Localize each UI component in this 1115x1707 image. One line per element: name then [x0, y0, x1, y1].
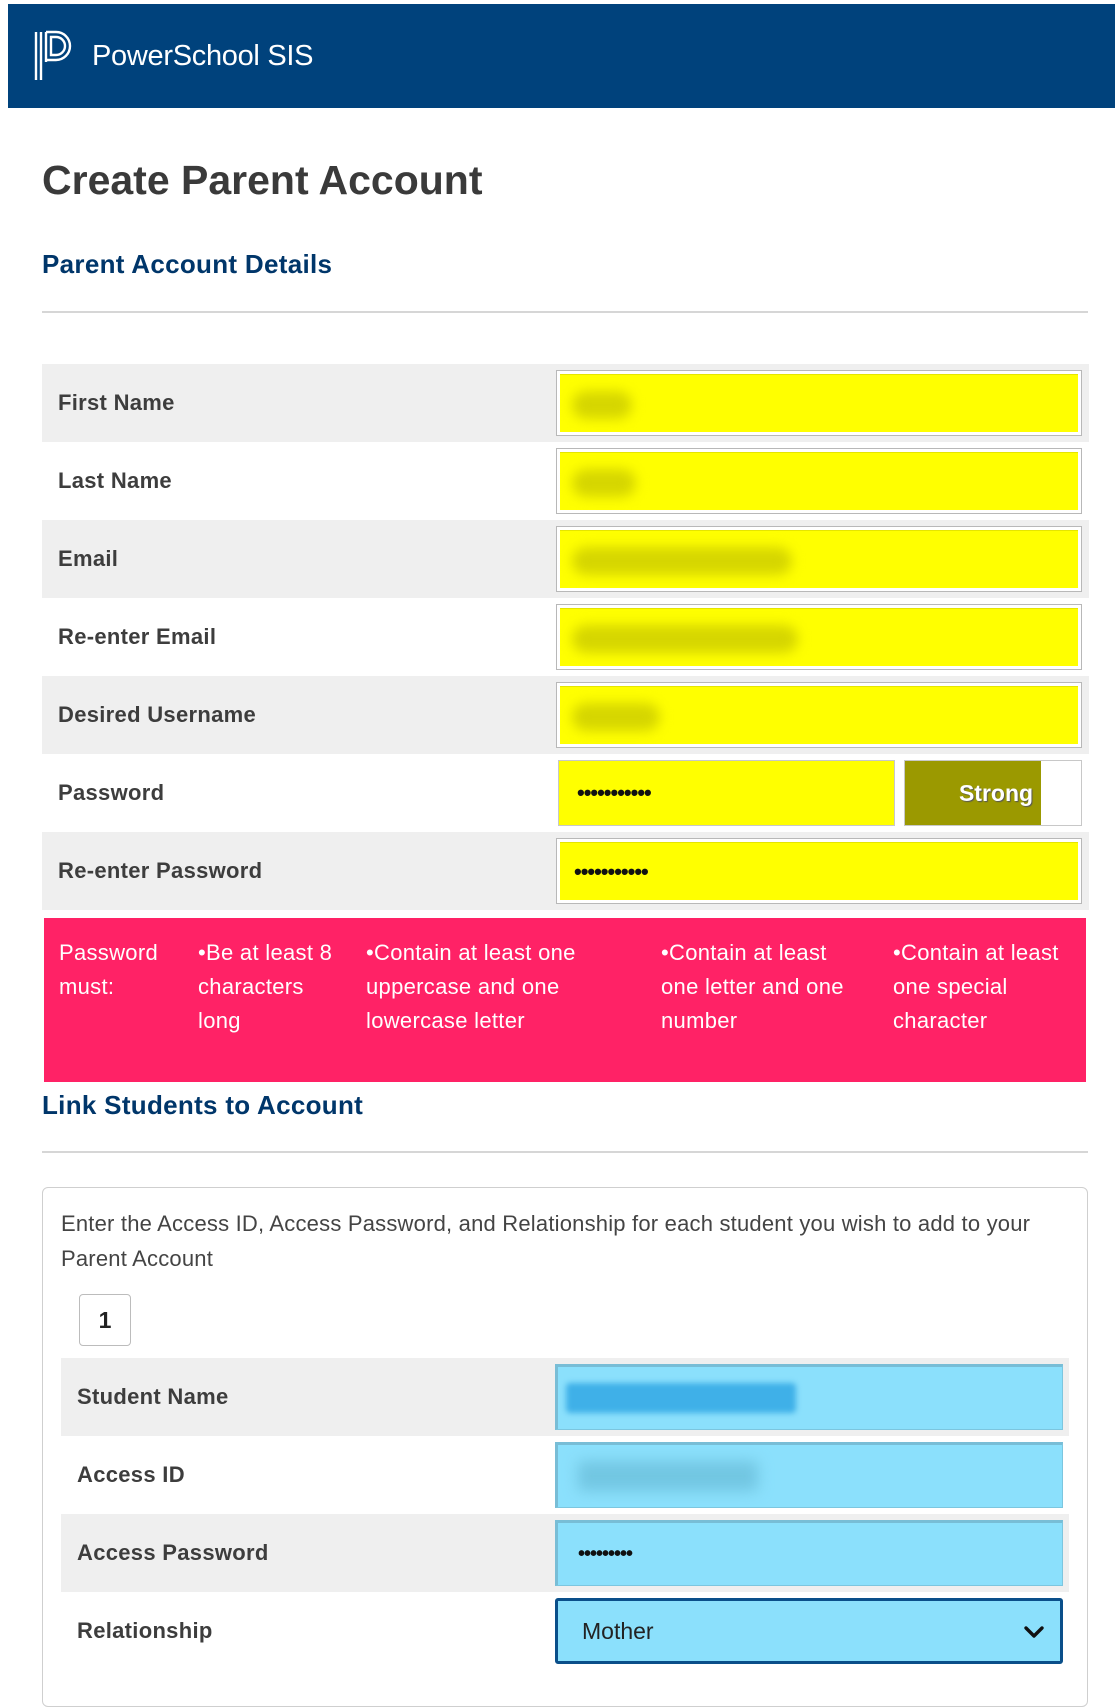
top-navigation-bar: PowerSchool SIS — [8, 4, 1115, 108]
first-name-label: First Name — [58, 390, 175, 415]
student-form: Student Name Access ID Access Password •… — [61, 1358, 1069, 1670]
password-rule-case: •Contain at least one uppercase and one … — [366, 940, 576, 1033]
reenter-password-value: ••••••••••• — [574, 858, 649, 884]
access-id-row: Access ID — [61, 1436, 1069, 1514]
relationship-row: Relationship Mother — [61, 1592, 1069, 1670]
username-label: Desired Username — [58, 702, 257, 727]
password-strength-label: Strong — [958, 779, 1034, 806]
password-label: Password — [58, 780, 165, 805]
link-students-heading: Link Students to Account — [42, 1090, 364, 1120]
student-tab-1[interactable]: 1 — [79, 1294, 131, 1346]
powerschool-p-logo-icon — [32, 26, 80, 86]
student-name-row: Student Name — [61, 1358, 1069, 1436]
email-row: Email — [42, 520, 1089, 598]
reenter-email-label: Re-enter Email — [58, 624, 217, 649]
password-strength-meter: Strong — [904, 760, 1082, 826]
password-rule-letter-number: •Contain at least one letter and one num… — [661, 940, 844, 1033]
password-requirements: Password must: •Be at least 8 characters… — [44, 918, 1086, 1082]
relationship-value: Mother — [582, 1617, 654, 1644]
brand-name: PowerSchool SIS — [92, 39, 314, 72]
username-row: Desired Username — [42, 676, 1089, 754]
last-name-row: Last Name — [42, 442, 1089, 520]
chevron-down-icon — [1024, 1626, 1044, 1638]
reenter-email-row: Re-enter Email — [42, 598, 1089, 676]
password-rules-intro: Password must: — [59, 940, 158, 999]
page-title: Create Parent Account — [42, 157, 483, 203]
access-password-label: Access Password — [77, 1540, 269, 1565]
password-row: Password ••••••••••• Strong — [42, 754, 1089, 832]
last-name-input[interactable] — [556, 448, 1082, 514]
password-rule-special: •Contain at least one special character — [893, 940, 1059, 1033]
student-name-input[interactable] — [555, 1364, 1063, 1430]
access-password-row: Access Password ••••••••• — [61, 1514, 1069, 1592]
reenter-email-input[interactable] — [556, 604, 1082, 670]
link-students-instructions: Enter the Access ID, Access Password, an… — [61, 1211, 1031, 1271]
reenter-password-label: Re-enter Password — [58, 858, 263, 883]
relationship-select[interactable]: Mother — [555, 1598, 1063, 1664]
access-id-input[interactable] — [555, 1442, 1063, 1508]
student-name-label: Student Name — [77, 1384, 229, 1409]
access-password-value: ••••••••• — [578, 1542, 633, 1565]
parent-details-form: First Name Last Name Email Re-enter Emai… — [42, 364, 1089, 910]
first-name-row: First Name — [42, 364, 1089, 442]
reenter-password-row: Re-enter Password ••••••••••• — [42, 832, 1089, 910]
password-input[interactable]: ••••••••••• — [558, 760, 895, 826]
section-divider — [42, 311, 1088, 313]
reenter-password-input[interactable]: ••••••••••• — [556, 838, 1082, 904]
password-rule-length: •Be at least 8 characters long — [198, 940, 333, 1033]
section-divider — [42, 1151, 1088, 1153]
email-label: Email — [58, 546, 119, 571]
parent-details-heading: Parent Account Details — [42, 249, 333, 279]
password-value: ••••••••••• — [577, 780, 652, 805]
access-id-label: Access ID — [77, 1462, 185, 1487]
access-password-input[interactable]: ••••••••• — [555, 1520, 1063, 1586]
relationship-label: Relationship — [77, 1618, 213, 1643]
email-input[interactable] — [556, 526, 1082, 592]
link-students-panel: Enter the Access ID, Access Password, an… — [42, 1187, 1088, 1707]
first-name-input[interactable] — [556, 370, 1082, 436]
last-name-label: Last Name — [58, 468, 172, 493]
username-input[interactable] — [556, 682, 1082, 748]
